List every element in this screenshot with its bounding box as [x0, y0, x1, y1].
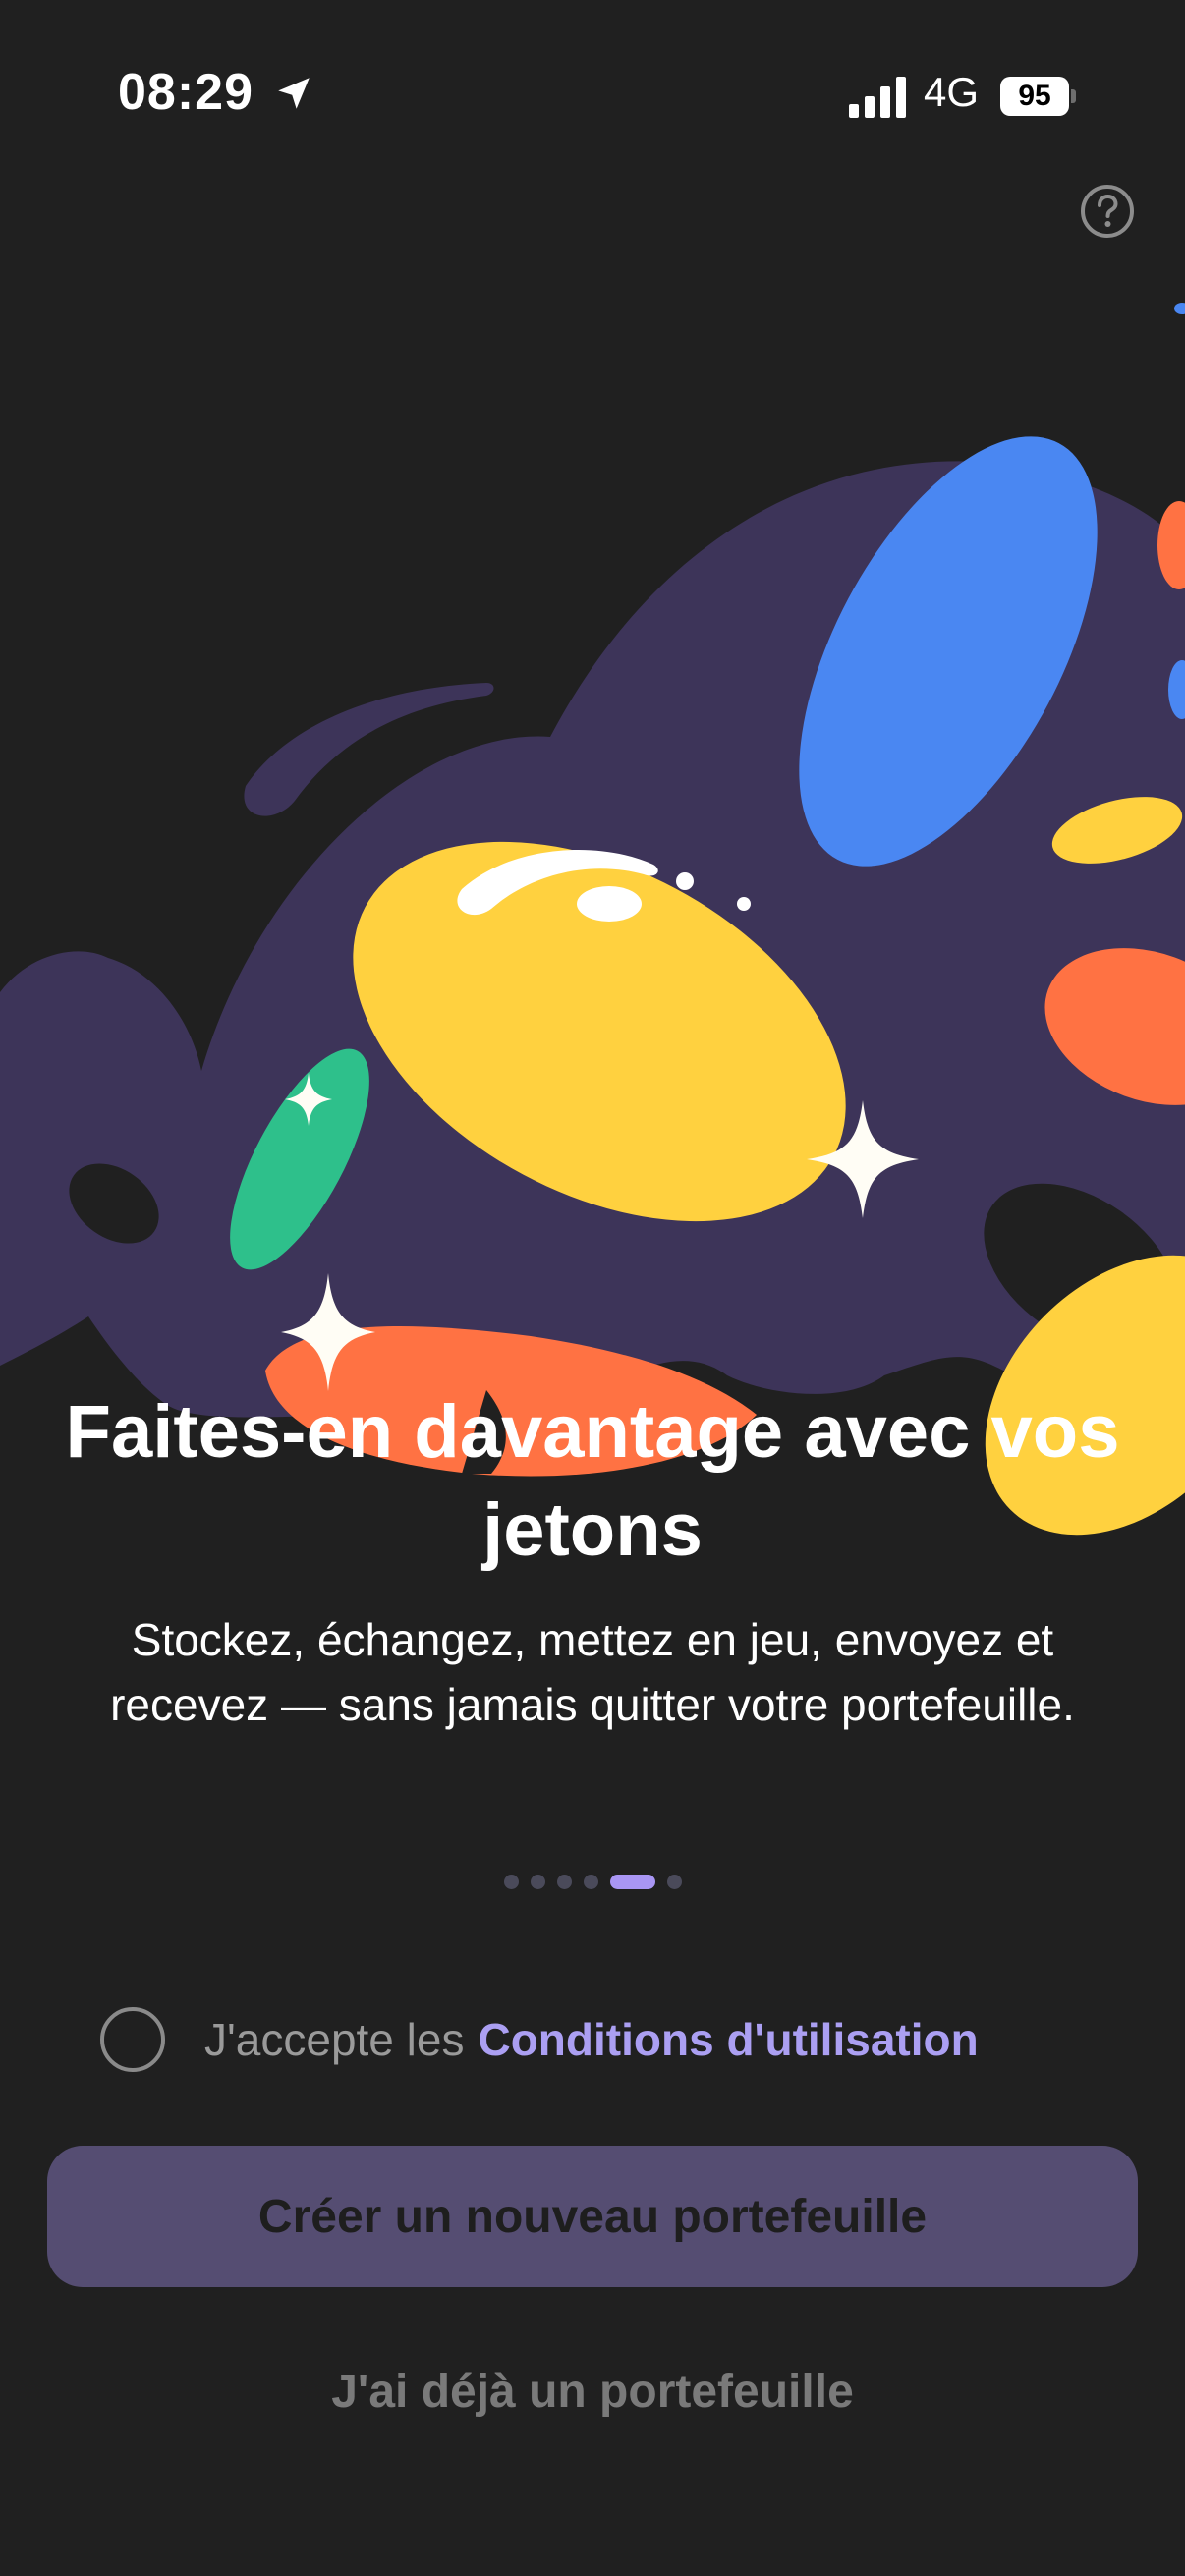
terms-row: J'accepte les Conditions d'utilisation [100, 2004, 979, 2075]
onboarding-title: Faites-en davantage avec vos jetons [65, 1390, 1120, 1572]
cellular-signal-icon [849, 77, 906, 118]
network-type: 4G [924, 69, 980, 115]
page-dot [503, 1874, 519, 1889]
status-time: 08:29 [118, 64, 254, 121]
page-dot-active [609, 1874, 655, 1889]
location-arrow-icon [278, 78, 310, 109]
terms-label: J'accepte les [204, 2014, 465, 2065]
terms-link[interactable]: Conditions d'utilisation [478, 2013, 978, 2066]
battery-level: 95 [1018, 80, 1051, 112]
existing-wallet-button[interactable]: J'ai déjà un portefeuille [47, 2342, 1138, 2440]
onboarding-subtitle: Stockez, échangez, mettez en jeu, envoye… [110, 1614, 1075, 1730]
page-dot [556, 1874, 572, 1889]
page-indicator [0, 1867, 1185, 1896]
question-circle-icon[interactable] [1079, 183, 1136, 240]
status-bar: 08:29 4G 95 [0, 0, 1185, 196]
page-dot [666, 1874, 682, 1889]
page-dot [530, 1874, 545, 1889]
onboarding-screen: 08:29 4G 95 Faites-en davantage avec vos… [0, 0, 1185, 2576]
terms-checkbox[interactable] [100, 2007, 165, 2072]
battery-icon: 95 [1000, 77, 1076, 116]
create-wallet-button[interactable]: Créer un nouveau portefeuille [47, 2146, 1138, 2287]
page-dot [583, 1874, 598, 1889]
